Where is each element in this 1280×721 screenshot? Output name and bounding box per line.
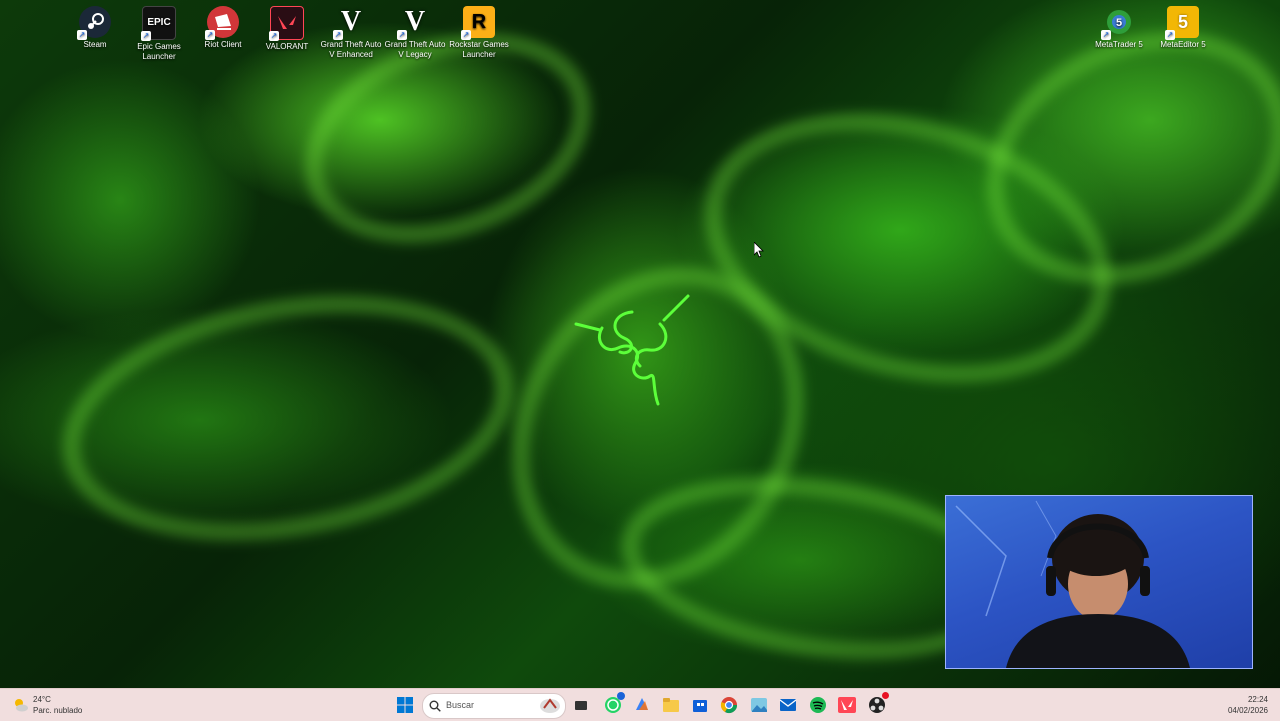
desktop-icon-gta-v-legacy[interactable]: V ↗ Grand Theft Auto V Legacy (383, 4, 447, 60)
clock-date: 04/02/2026 (1227, 706, 1268, 715)
riot-client-icon: ↗ (205, 6, 239, 40)
desktop-icon-riot-client[interactable]: ↗ Riot Client (191, 4, 255, 50)
taskbar-copilot[interactable] (630, 693, 654, 717)
desktop-icon-label: Rockstar Games Launcher (449, 40, 509, 59)
taskbar-obs[interactable] (865, 692, 889, 717)
desktop-icon-label: Grand Theft Auto V Enhanced (320, 40, 382, 59)
rockstar-icon: R ↗ (461, 6, 495, 40)
weather-condition: Parc. nublado (33, 706, 83, 715)
webcam-person-image (955, 500, 1190, 668)
desktop-icon-metatrader[interactable]: 5 ↗ MetaTrader 5 (1087, 4, 1151, 50)
shortcut-arrow-icon: ↗ (333, 30, 343, 40)
system-clock[interactable]: 22:24 04/02/2026 (1228, 694, 1268, 716)
taskbar-chrome[interactable] (717, 693, 741, 717)
desktop-icon-gta-v-enhanced[interactable]: V ↗ Grand Theft Auto V Enhanced (319, 4, 383, 60)
taskbar-whatsapp[interactable] (601, 692, 625, 717)
shortcut-arrow-icon: ↗ (141, 31, 151, 41)
taskbar-spotify[interactable] (806, 693, 830, 717)
start-button[interactable] (393, 693, 417, 717)
desktop-icon-steam[interactable]: ↗ Steam (63, 4, 127, 50)
razer-logo (574, 294, 690, 406)
mouse-cursor-icon (754, 242, 764, 258)
gta-v-icon: V ↗ (333, 6, 362, 40)
recording-indicator (882, 692, 889, 699)
desktop-icon-label: Grand Theft Auto V Legacy (384, 40, 446, 59)
shortcut-arrow-icon: ↗ (269, 31, 279, 41)
metaeditor-icon: 5 ↗ (1165, 6, 1199, 40)
weather-temperature: 24°C (33, 695, 51, 704)
weather-widget[interactable]: 24°C Parc. nublado (10, 694, 120, 718)
search-highlight-icon (539, 696, 561, 716)
shortcut-arrow-icon: ↗ (205, 30, 215, 40)
metatrader-icon: 5 ↗ (1101, 6, 1135, 40)
windows-start-icon (397, 697, 413, 713)
valorant-taskbar-icon (838, 697, 856, 713)
shortcut-arrow-icon: ↗ (1165, 30, 1175, 40)
wallpaper-swirl (42, 262, 534, 574)
desktop-icon-label: MetaEditor 5 (1160, 40, 1206, 49)
chrome-icon (720, 697, 738, 714)
spotify-icon (810, 697, 826, 713)
clock-time: 22:24 (1247, 695, 1268, 704)
desktop-icon-label: MetaTrader 5 (1095, 40, 1143, 49)
taskbar-file-explorer[interactable] (659, 693, 683, 717)
gta-v-icon: V ↗ (397, 6, 426, 40)
desktop-icon-epic-games[interactable]: EPIC ↗ Epic Games Launcher (127, 4, 191, 62)
store-icon (693, 700, 707, 712)
epic-games-icon: EPIC ↗ (141, 6, 176, 41)
task-view-button[interactable] (569, 693, 593, 717)
partly-cloudy-icon (12, 697, 28, 713)
taskbar-mail[interactable] (776, 693, 800, 717)
shortcut-arrow-icon: ↗ (397, 30, 407, 40)
taskbar: 24°C Parc. nublado Buscar 22:24 04/02/20… (0, 688, 1280, 721)
search-icon (429, 699, 441, 712)
notification-badge (617, 692, 625, 700)
desktop-icon-valorant[interactable]: ↗ VALORANT (255, 4, 319, 52)
copilot-icon (636, 698, 648, 710)
taskbar-valorant[interactable] (835, 693, 859, 717)
desktop-icon-rockstar[interactable]: R ↗ Rockstar Games Launcher (447, 4, 511, 60)
mail-icon (779, 699, 797, 711)
photos-icon (751, 698, 767, 712)
valorant-icon: ↗ (269, 6, 304, 41)
svg-text:5: 5 (1116, 17, 1122, 29)
desktop-icon-label: Riot Client (204, 40, 242, 49)
webcam-overlay (945, 495, 1253, 669)
shortcut-arrow-icon: ↗ (461, 30, 471, 40)
steam-icon: ↗ (77, 6, 111, 40)
desktop-icon-label: VALORANT (265, 42, 309, 51)
task-view-icon (575, 701, 587, 710)
search-placeholder: Buscar (446, 700, 475, 710)
file-explorer-icon (663, 698, 679, 712)
desktop-icon-label: Steam (83, 40, 107, 49)
desktop-icon-label: Epic Games Launcher (137, 42, 181, 61)
shortcut-arrow-icon: ↗ (1101, 30, 1111, 40)
taskbar-search-box[interactable]: Buscar (422, 693, 566, 719)
shortcut-arrow-icon: ↗ (77, 30, 87, 40)
taskbar-store[interactable] (688, 693, 712, 717)
desktop-icon-metaeditor[interactable]: 5 ↗ MetaEditor 5 (1151, 4, 1215, 50)
taskbar-photos[interactable] (747, 693, 771, 717)
